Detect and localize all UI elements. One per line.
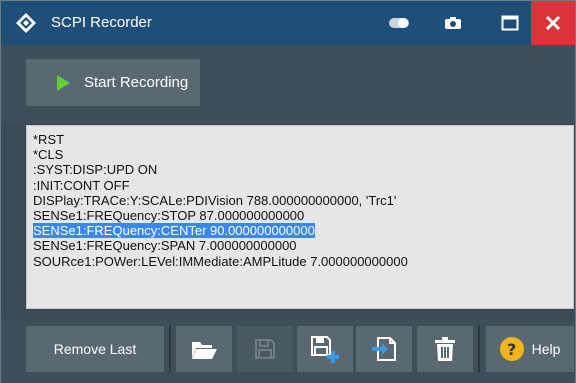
log-line[interactable]: SENSe1:FREQuency:STOP 87.000000000000 bbox=[33, 208, 567, 223]
title-bar: SCPI Recorder bbox=[1, 1, 575, 45]
maximize-button[interactable] bbox=[497, 9, 523, 37]
save-button[interactable] bbox=[237, 326, 293, 372]
log-line[interactable]: SENSe1:FREQuency:SPAN 7.000000000000 bbox=[33, 238, 567, 253]
save-icon bbox=[255, 339, 275, 359]
selected-text: SENSe1:FREQuency:CENTer 90.000000000000 bbox=[33, 223, 315, 239]
window-title: SCPI Recorder bbox=[51, 14, 152, 31]
help-button[interactable]: ? Help bbox=[486, 326, 574, 372]
log-line[interactable]: :SYST:DISP:UPD ON bbox=[33, 162, 567, 177]
maximize-icon bbox=[501, 15, 519, 31]
divider bbox=[169, 325, 171, 373]
toggle-icon bbox=[389, 18, 409, 28]
save-as-icon bbox=[311, 336, 339, 363]
logo-icon bbox=[16, 13, 36, 33]
save-as-button[interactable] bbox=[297, 326, 353, 372]
divider bbox=[478, 325, 480, 373]
log-line-selected[interactable]: SENSe1:FREQuency:CENTer 90.000000000000 bbox=[33, 223, 567, 239]
play-icon bbox=[57, 74, 70, 91]
scpi-log[interactable]: *RST *CLS :SYST:DISP:UPD ON :INIT:CONT O… bbox=[26, 125, 574, 309]
log-line[interactable]: DISPlay:TRACe:Y:SCALe:PDIVision 788.0000… bbox=[33, 193, 567, 208]
log-line[interactable]: SOURce1:POWer:LEVel:IMMediate:AMPLitude … bbox=[33, 254, 567, 269]
camera-icon bbox=[445, 17, 461, 29]
log-line[interactable]: *RST bbox=[33, 132, 567, 147]
export-button[interactable] bbox=[356, 326, 412, 372]
scpi-recorder-window: SCPI Recorder Start Recording *RST *CLS … bbox=[0, 0, 576, 383]
screenshot-button[interactable] bbox=[440, 9, 466, 37]
remove-last-label: Remove Last bbox=[53, 341, 137, 357]
log-line[interactable]: *CLS bbox=[33, 147, 567, 162]
help-label: Help bbox=[531, 341, 561, 357]
start-recording-button[interactable]: Start Recording bbox=[26, 59, 200, 106]
toggle-button[interactable] bbox=[384, 9, 414, 37]
trash-icon bbox=[435, 337, 455, 361]
close-button[interactable] bbox=[531, 1, 575, 45]
start-recording-label: Start Recording bbox=[84, 74, 189, 91]
open-button[interactable] bbox=[176, 326, 232, 372]
export-icon bbox=[372, 337, 396, 361]
log-line[interactable]: :INIT:CONT OFF bbox=[33, 178, 567, 193]
help-icon: ? bbox=[499, 337, 524, 361]
open-folder-icon bbox=[192, 342, 217, 359]
remove-last-button[interactable]: Remove Last bbox=[26, 326, 164, 372]
delete-button[interactable] bbox=[417, 326, 473, 372]
close-icon bbox=[545, 15, 561, 31]
